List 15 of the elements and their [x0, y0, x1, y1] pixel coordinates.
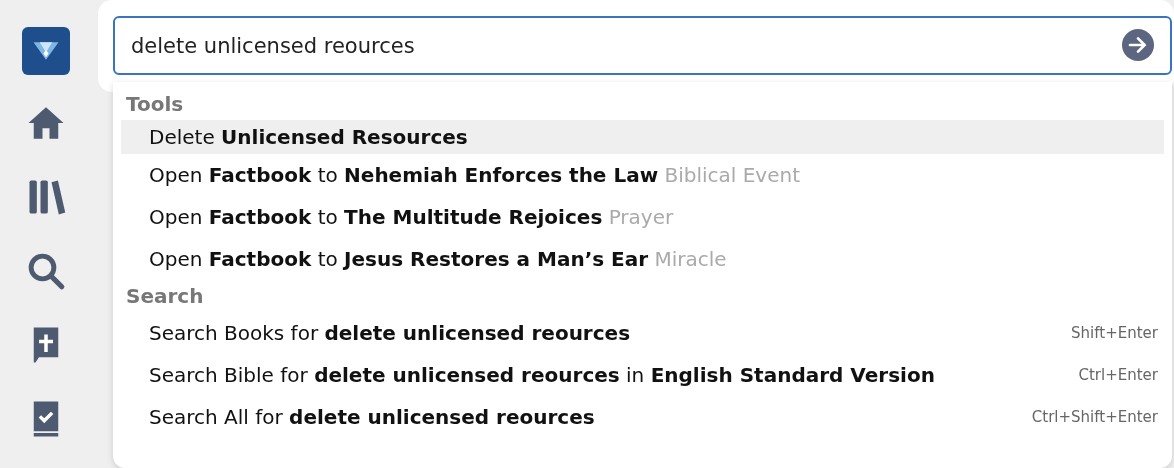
app-logo[interactable]: [22, 27, 70, 75]
section-header: Search: [125, 283, 205, 310]
section-header: Tools: [125, 91, 185, 118]
search-field[interactable]: delete unlicensed reources: [113, 16, 1172, 75]
result-item[interactable]: Open Factbook to Nehemiah Enforces the Law Biblical Event: [121, 154, 1164, 196]
shortcut-hint: Ctrl+Shift+Enter: [1031, 408, 1158, 426]
result-item[interactable]: Delete Unlicensed Resources: [121, 120, 1164, 154]
shortcut-hint: Ctrl+Enter: [1078, 366, 1158, 384]
result-item[interactable]: Search Bible for delete unlicensed reources in English Standard Version Ctrl+Enter: [121, 354, 1164, 396]
shortcut-hint: Shift+Enter: [1071, 324, 1158, 342]
result-item[interactable]: Search All for delete unlicensed reources Ctrl+Shift+Enter: [121, 396, 1164, 438]
result-item[interactable]: Open Factbook to The Multitude Rejoices Prayer: [121, 196, 1164, 238]
result-item[interactable]: Open Factbook to Jesus Restores a Man’s Ear Miracle: [121, 238, 1164, 280]
go-arrow-icon[interactable]: [1122, 29, 1154, 61]
result-item[interactable]: Search Books for delete unlicensed reources Shift+Enter: [121, 312, 1164, 354]
